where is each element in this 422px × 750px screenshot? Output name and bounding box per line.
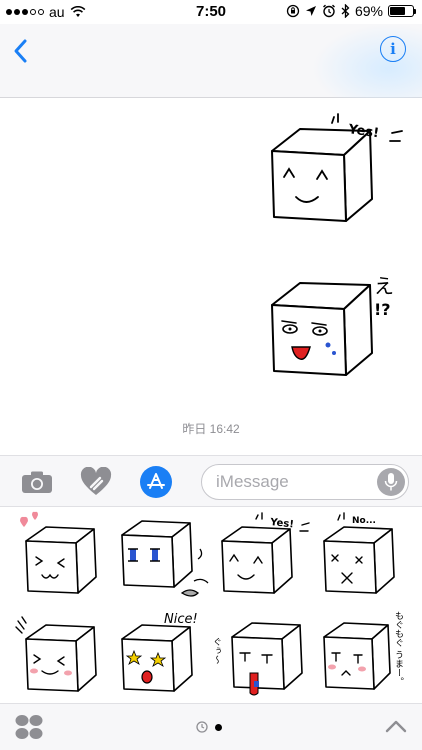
sticker-hearts[interactable] [12, 511, 112, 607]
status-icons: 69% [286, 3, 416, 19]
sticker-yes-cube[interactable]: Yes! [262, 111, 412, 231]
sticker-yes[interactable]: Yes! [212, 511, 312, 607]
grid-caption-sleepy: ぐぅ〜 [212, 637, 221, 664]
battery-icon [388, 5, 416, 17]
sticker-munch[interactable]: もぐもぐ うまー。 [314, 607, 414, 703]
app-store-button[interactable] [140, 466, 172, 498]
sticker-drawer: Yes! No... Nice! ぐぅ〜 もぐもぐ うまー。 [0, 507, 422, 703]
microphone-icon [384, 473, 398, 491]
grid-caption-no: No... [352, 516, 376, 526]
sticker-laugh[interactable] [12, 607, 112, 703]
app-drawer-bar [0, 703, 422, 750]
app-store-icon [147, 473, 165, 489]
info-button[interactable]: i [380, 36, 406, 62]
sticker-no[interactable]: No... [314, 511, 414, 607]
microphone-button[interactable] [377, 468, 405, 496]
sticker-caption-exclaim: !? [374, 300, 391, 319]
sticker-caption-e: え [374, 274, 394, 298]
chevron-up-icon[interactable] [384, 716, 408, 736]
conversation-area: Yes! え !? 昨日 16:42 [0, 99, 422, 455]
navigation-bar: i [0, 24, 422, 98]
page-dot[interactable] [215, 723, 222, 731]
battery-level [390, 7, 406, 15]
message-field[interactable] [201, 464, 409, 500]
sticker-sleepy[interactable]: ぐぅ〜 [212, 607, 312, 703]
info-icon: i [390, 40, 396, 58]
input-bar [0, 455, 422, 507]
camera-button[interactable] [20, 467, 54, 497]
clock-icon[interactable] [196, 721, 208, 733]
apps-grid-icon[interactable] [14, 714, 44, 740]
page-indicator [196, 721, 222, 733]
nav-glow [312, 24, 422, 98]
sticker-e-cube[interactable]: え !? [262, 265, 412, 385]
grid-caption-nice: Nice! [164, 612, 198, 627]
message-timestamp: 昨日 16:42 [182, 422, 240, 436]
digital-touch-button[interactable] [79, 467, 113, 497]
heart-touch-icon [80, 467, 112, 495]
battery-percent: 69% [354, 3, 383, 19]
bluetooth-icon [341, 4, 350, 18]
sticker-nice[interactable]: Nice! [112, 607, 212, 703]
status-bar: au 7:50 69% [0, 0, 422, 24]
camera-icon [22, 471, 52, 493]
alarm-icon [323, 4, 335, 18]
location-icon [305, 6, 316, 16]
orientation-lock-icon [286, 4, 300, 18]
grid-caption-munch: もぐもぐ うまー。 [393, 611, 404, 686]
sticker-crying[interactable] [112, 511, 212, 607]
message-input[interactable] [216, 472, 366, 492]
back-button[interactable] [10, 36, 34, 66]
